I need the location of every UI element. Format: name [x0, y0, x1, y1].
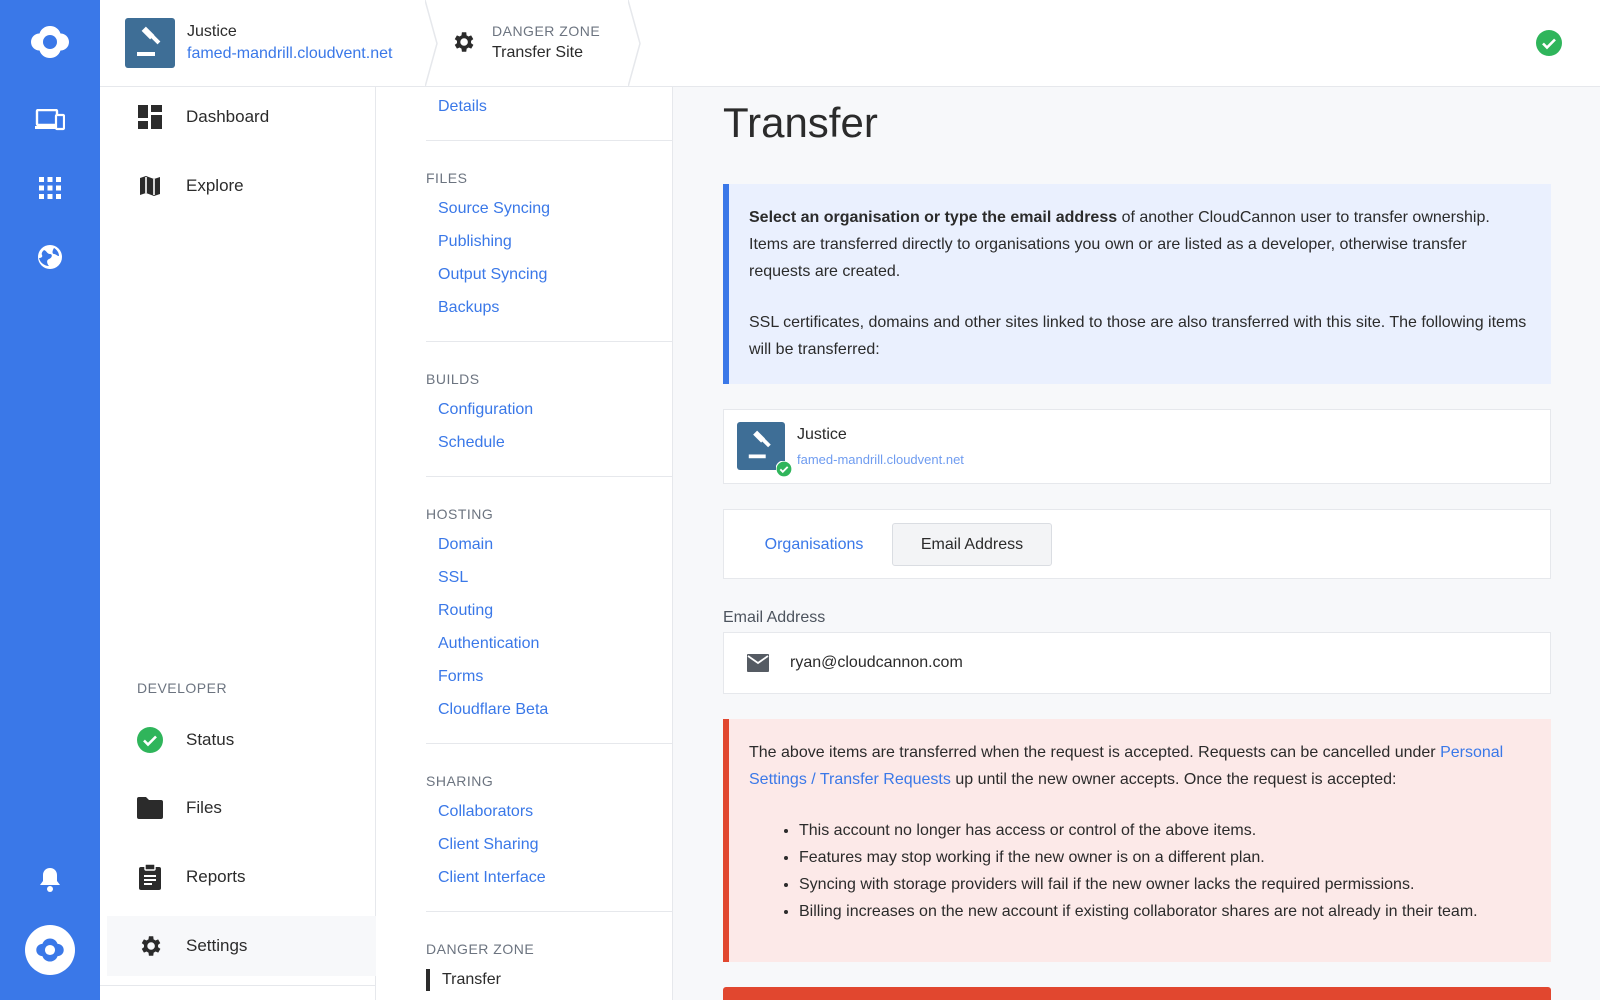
top-header: Justice famed-mandrill.cloudvent.net DAN…	[100, 0, 1600, 87]
section-title: Transfer Site	[492, 44, 583, 61]
developer-heading: DEVELOPER	[137, 680, 228, 696]
site-name: Justice	[187, 23, 237, 40]
warning-list: This account no longer has access or con…	[799, 817, 1531, 925]
danger-zone-heading: DANGER ZONE	[426, 941, 535, 957]
app-rail	[0, 0, 100, 1000]
check-circle-icon	[775, 460, 793, 482]
sidebar-item-label: Explore	[186, 176, 244, 195]
subnav-ssl[interactable]: SSL	[438, 569, 468, 587]
subnav-transfer-current[interactable]: Transfer	[426, 969, 501, 991]
cloudcannon-logo-icon[interactable]	[26, 18, 74, 66]
gear-icon	[454, 32, 474, 52]
warning-callout: The above items are transferred when the…	[723, 719, 1551, 962]
hosting-heading: HOSTING	[426, 506, 494, 522]
sidebar-item-label: Settings	[186, 936, 248, 955]
sidebar-item-settings[interactable]: Settings	[107, 916, 376, 976]
apps-grid-icon[interactable]	[35, 173, 65, 203]
sidebar-item-status[interactable]: Status	[100, 710, 376, 770]
sharing-heading: SHARING	[426, 773, 494, 789]
subnav-client-sharing[interactable]: Client Sharing	[438, 836, 539, 854]
warning-text: The above items are transferred when the…	[749, 744, 1441, 761]
files-heading: FILES	[426, 170, 468, 186]
transfer-target-tabs: Organisations Email Address	[723, 509, 1551, 579]
sidebar-item-label: Files	[186, 798, 222, 817]
divider	[426, 476, 672, 477]
site-avatar	[125, 18, 175, 68]
gavel-icon	[137, 26, 161, 56]
divider	[426, 140, 672, 141]
subnav-backups[interactable]: Backups	[438, 299, 499, 317]
sidebar-item-files[interactable]: Files	[100, 778, 376, 838]
sidebar-item-reports[interactable]: Reports	[100, 847, 376, 907]
list-item: Billing increases on the new account if …	[799, 898, 1531, 925]
page-title: Transfer	[723, 99, 878, 146]
subnav-routing[interactable]: Routing	[438, 602, 493, 620]
subnav-source-syncing[interactable]: Source Syncing	[438, 200, 550, 218]
clipboard-icon	[136, 863, 164, 891]
tab-email-address[interactable]: Email Address	[892, 523, 1052, 566]
info-bold: Select an organisation or type the email…	[749, 209, 1118, 226]
sidebar-item-label: Status	[186, 730, 235, 749]
list-item: This account no longer has access or con…	[799, 817, 1531, 844]
transfer-submit-button[interactable]	[723, 987, 1551, 1000]
info-callout: Select an organisation or type the email…	[723, 184, 1551, 384]
primary-sidebar: Dashboard Explore DEVELOPER Status Files…	[100, 87, 376, 1000]
divider	[426, 341, 672, 342]
breadcrumb-separator	[628, 0, 641, 87]
mail-icon	[746, 651, 770, 675]
globe-icon[interactable]	[35, 242, 65, 272]
folder-icon	[136, 794, 164, 822]
item-url[interactable]: famed-mandrill.cloudvent.net	[797, 452, 964, 467]
subnav-publishing[interactable]: Publishing	[438, 233, 512, 251]
subnav-domain[interactable]: Domain	[438, 536, 493, 554]
email-field-wrapper	[723, 632, 1551, 694]
status-ok-icon[interactable]	[1536, 30, 1562, 61]
subnav-schedule[interactable]: Schedule	[438, 434, 505, 452]
transfer-item-card: Justice famed-mandrill.cloudvent.net	[723, 409, 1551, 484]
builds-heading: BUILDS	[426, 371, 480, 387]
breadcrumb-separator	[425, 0, 438, 87]
subnav-forms[interactable]: Forms	[438, 668, 483, 686]
settings-subnav: Details FILES Source Syncing Publishing …	[376, 87, 673, 1000]
gavel-icon	[748, 430, 771, 459]
email-field[interactable]	[790, 654, 1490, 672]
item-name: Justice	[797, 426, 847, 443]
site-url[interactable]: famed-mandrill.cloudvent.net	[187, 43, 392, 65]
subnav-output-syncing[interactable]: Output Syncing	[438, 266, 547, 284]
email-field-label: Email Address	[723, 609, 826, 626]
list-item: Syncing with storage providers will fail…	[799, 871, 1531, 898]
warning-text-2: up until the new owner accepts. Once the…	[950, 771, 1397, 788]
divider	[426, 743, 672, 744]
subnav-cloudflare-beta[interactable]: Cloudflare Beta	[438, 701, 548, 719]
breadcrumb-section[interactable]: DANGER ZONE Transfer Site	[450, 20, 600, 64]
section-label: DANGER ZONE	[492, 23, 601, 39]
bell-icon[interactable]	[35, 864, 65, 894]
sidebar-item-dashboard[interactable]: Dashboard	[100, 87, 376, 147]
breadcrumb-site[interactable]: Justice famed-mandrill.cloudvent.net	[125, 18, 392, 68]
gear-icon	[136, 932, 164, 960]
info-text-2: SSL certificates, domains and other site…	[749, 314, 1527, 358]
subnav-configuration[interactable]: Configuration	[438, 401, 533, 419]
list-item: Features may stop working if the new own…	[799, 844, 1531, 871]
tab-organisations[interactable]: Organisations	[744, 523, 884, 566]
divider	[426, 911, 672, 912]
devices-icon[interactable]	[35, 105, 65, 135]
divider	[100, 985, 376, 986]
dashboard-icon	[136, 103, 164, 131]
map-icon	[136, 172, 164, 200]
account-avatar[interactable]	[25, 925, 75, 975]
subnav-details[interactable]: Details	[438, 98, 487, 116]
check-circle-icon	[136, 726, 164, 754]
sidebar-item-explore[interactable]: Explore	[100, 156, 376, 216]
sidebar-item-label: Dashboard	[186, 107, 270, 126]
subnav-collaborators[interactable]: Collaborators	[438, 803, 533, 821]
main-content: Transfer Select an organisation or type …	[673, 87, 1600, 1000]
sidebar-item-label: Reports	[186, 867, 246, 886]
subnav-authentication[interactable]: Authentication	[438, 635, 539, 653]
subnav-client-interface[interactable]: Client Interface	[438, 869, 546, 887]
